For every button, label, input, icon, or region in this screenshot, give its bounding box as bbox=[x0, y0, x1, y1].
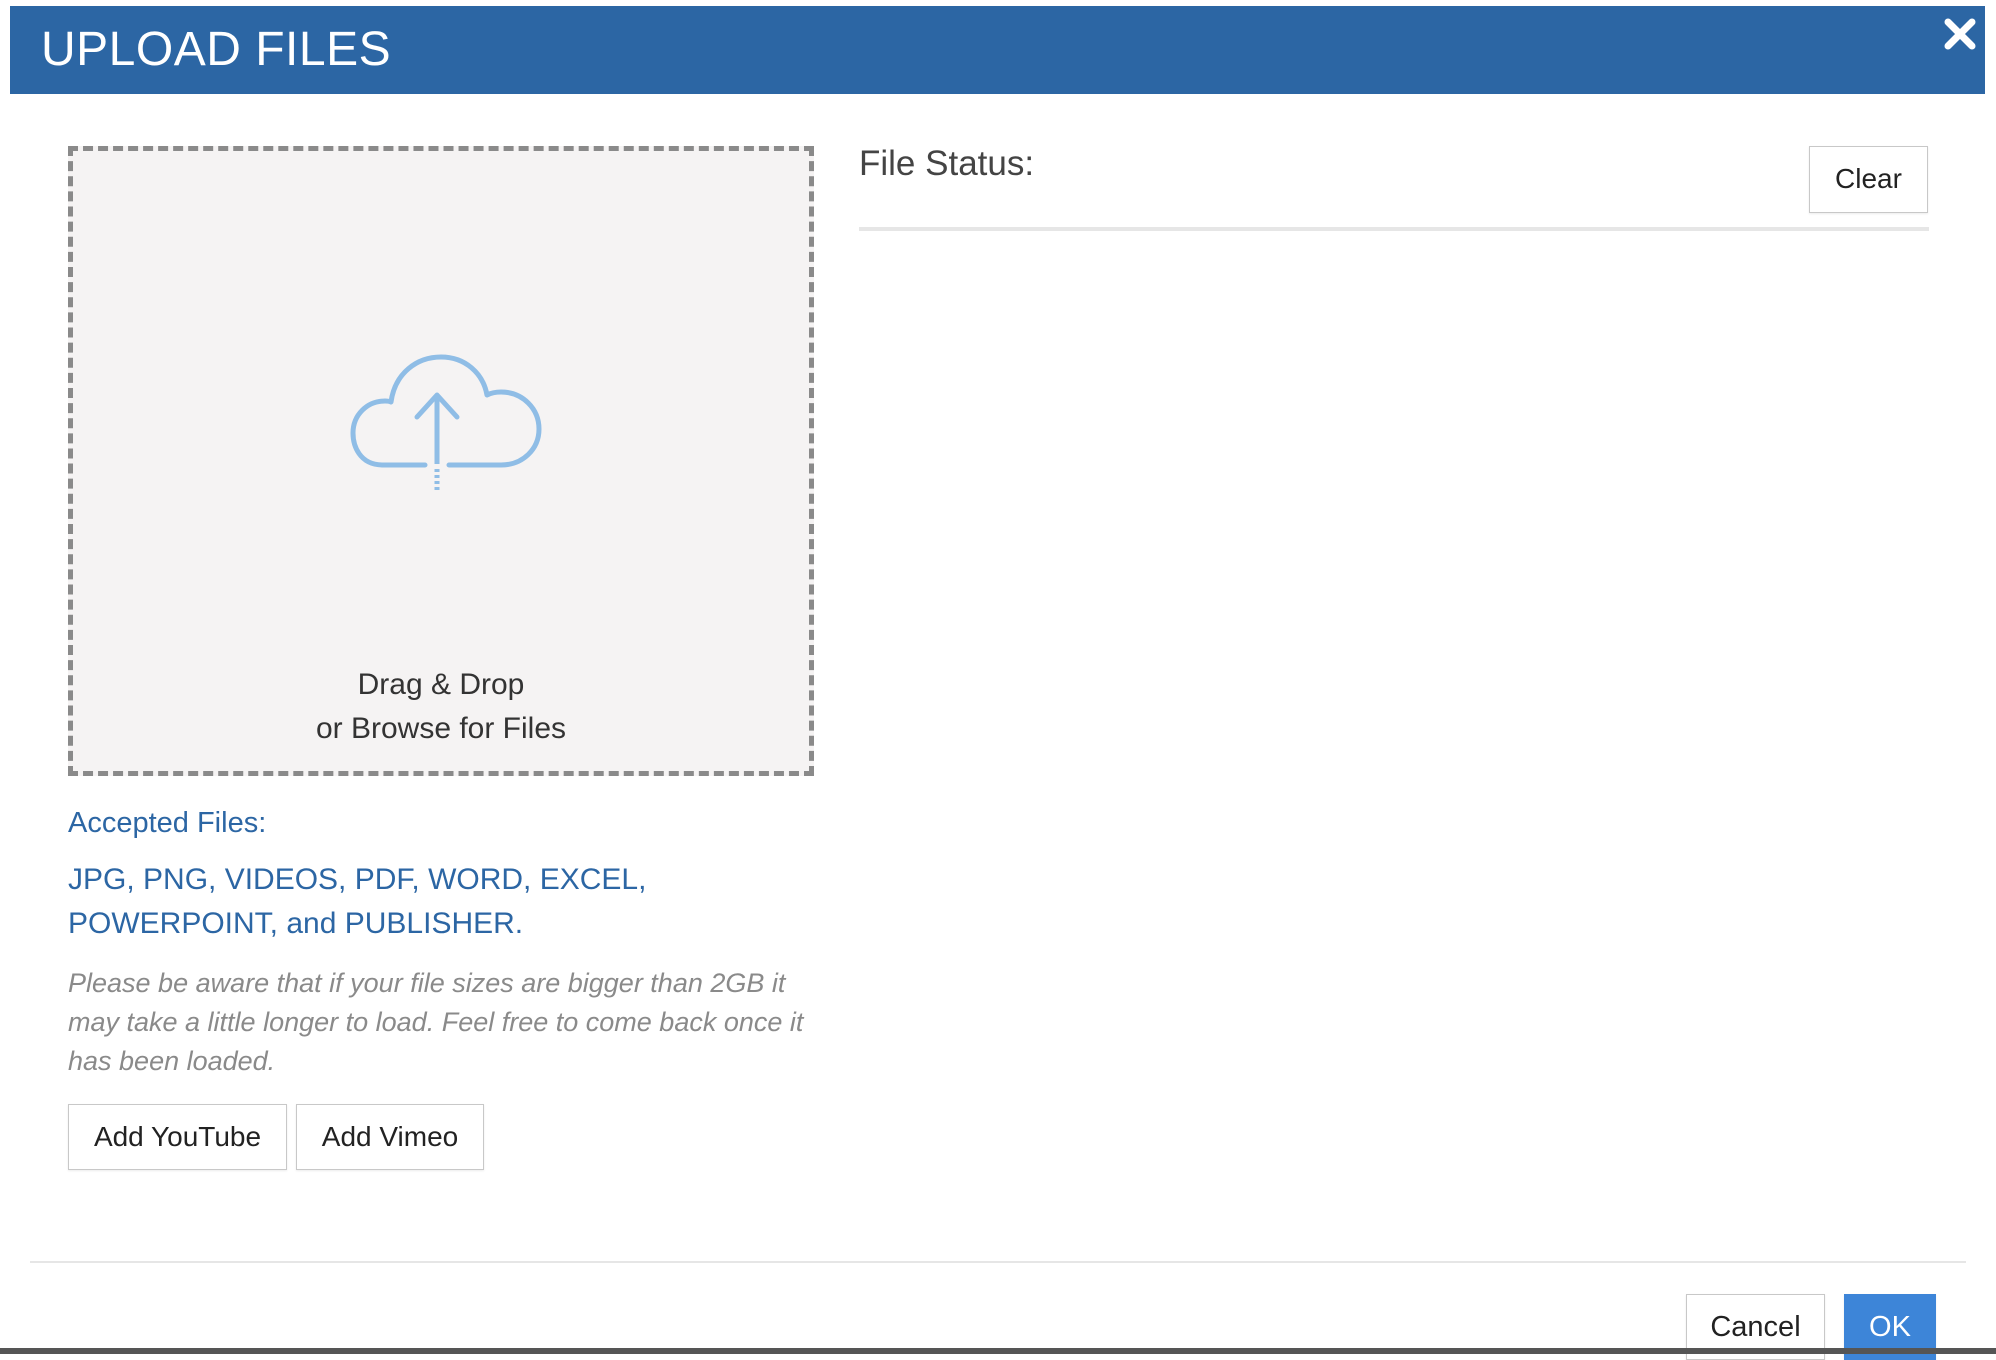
accepted-types-line1: JPG, PNG, VIDEOS, PDF, WORD, EXCEL, bbox=[68, 863, 647, 896]
accepted-types-line2: POWERPOINT, and PUBLISHER. bbox=[68, 907, 524, 940]
status-divider bbox=[859, 227, 1929, 231]
clear-button[interactable]: Clear bbox=[1809, 146, 1928, 213]
accepted-files-types: JPG, PNG, VIDEOS, PDF, WORD, EXCEL, POWE… bbox=[68, 858, 708, 946]
footer-divider bbox=[30, 1261, 1966, 1263]
upload-files-dialog: UPLOAD FILES Drag & Drop or Browse for F… bbox=[0, 0, 1996, 1360]
file-dropzone[interactable]: Drag & Drop or Browse for Files bbox=[68, 146, 814, 776]
close-icon[interactable] bbox=[1940, 14, 1980, 54]
dialog-header: UPLOAD FILES bbox=[10, 6, 1985, 94]
dropzone-subtitle: or Browse for Files bbox=[315, 712, 567, 745]
dialog-title: UPLOAD FILES bbox=[41, 23, 392, 76]
cloud-upload-icon bbox=[350, 354, 542, 493]
accepted-files-label: Accepted Files: bbox=[68, 807, 267, 839]
file-status-label: File Status: bbox=[859, 144, 1035, 183]
file-size-note: Please be aware that if your file sizes … bbox=[68, 968, 804, 1076]
add-youtube-button[interactable]: Add YouTube bbox=[68, 1104, 287, 1170]
dropzone-title: Drag & Drop bbox=[357, 668, 525, 701]
background-page-strip bbox=[0, 1348, 1996, 1354]
add-vimeo-button[interactable]: Add Vimeo bbox=[296, 1104, 484, 1170]
